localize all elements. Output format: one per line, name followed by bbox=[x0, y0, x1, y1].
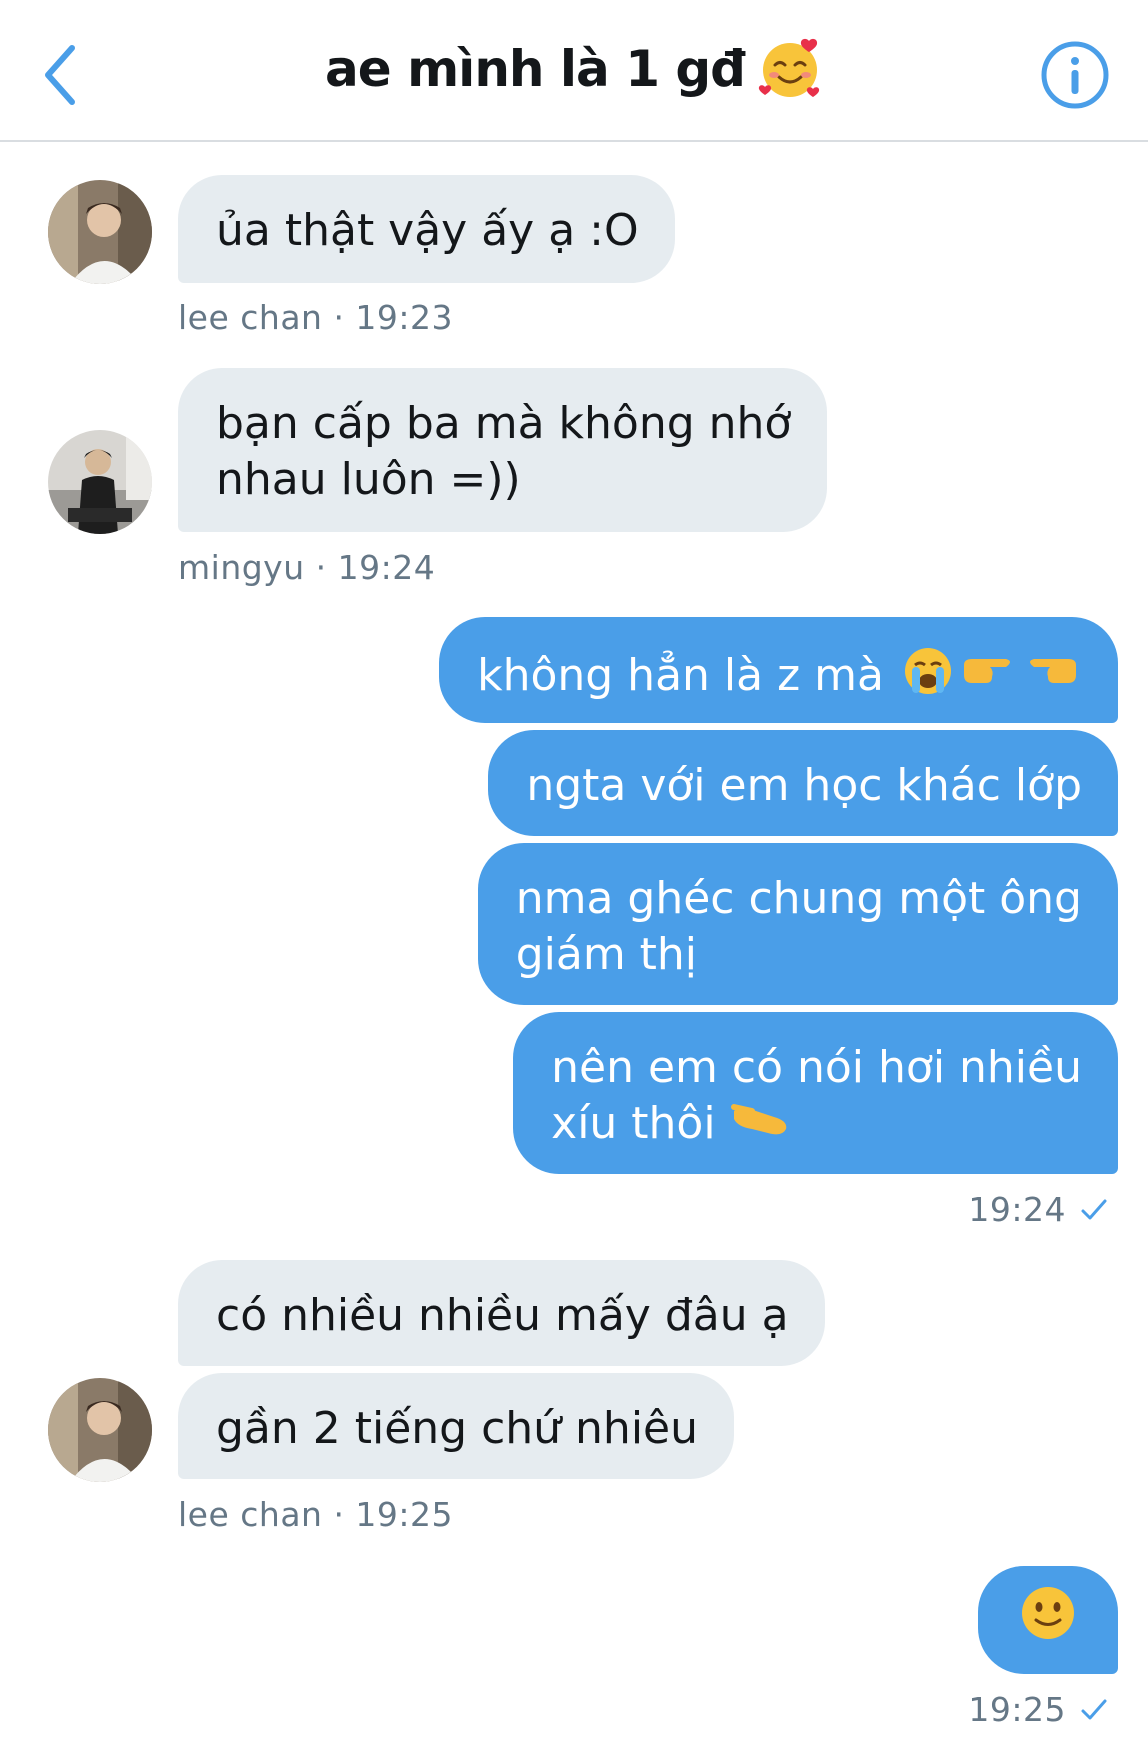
read-check-icon bbox=[1080, 1192, 1108, 1231]
pinching-hand-icon bbox=[730, 1097, 792, 1155]
info-icon[interactable] bbox=[1040, 40, 1110, 110]
slightly-smiling-face-icon bbox=[1019, 1584, 1077, 1656]
message-meta: mingyu · 19:24 bbox=[178, 548, 436, 587]
message-text-line: nhau luôn =)) bbox=[216, 454, 521, 505]
message-text-line: nên em có nói hơi nhiều bbox=[551, 1042, 1082, 1093]
message-bubble-outgoing[interactable] bbox=[978, 1566, 1118, 1674]
message-text: có nhiều nhiều mấy đâu ạ bbox=[216, 1290, 789, 1341]
message-text: không hẳn là z mà bbox=[477, 650, 884, 701]
message-bubble-outgoing[interactable]: không hẳn là z mà bbox=[439, 617, 1118, 723]
message-meta: lee chan · 19:23 bbox=[178, 298, 454, 337]
message-text: gần 2 tiếng chứ nhiêu bbox=[216, 1403, 699, 1454]
message-bubble-incoming[interactable]: ủa thật vậy ấy ạ :O bbox=[178, 175, 675, 283]
message-text: ngta với em học khác lớp bbox=[526, 760, 1082, 811]
message-text-line: nma ghéc chung một ông bbox=[515, 873, 1082, 924]
conversation-header: ae mình là 1 gđ bbox=[0, 0, 1148, 142]
crying-face-icon bbox=[902, 645, 954, 711]
message-text-line: bạn cấp ba mà không nhớ bbox=[216, 398, 792, 449]
message-time: 19:24 bbox=[968, 1190, 1066, 1229]
message-bubble-incoming[interactable]: bạn cấp ba mà không nhớ nhau luôn =)) bbox=[178, 368, 828, 532]
avatar-lee-chan[interactable] bbox=[48, 180, 152, 284]
message-meta: lee chan · 19:25 bbox=[178, 1495, 454, 1534]
message-text-line: giám thị bbox=[515, 929, 698, 980]
message-bubble-outgoing[interactable]: nma ghéc chung một ông giám thị bbox=[477, 843, 1118, 1005]
message-meta-outgoing: 19:25 bbox=[968, 1690, 1108, 1731]
message-text: ủa thật vậy ấy ạ :O bbox=[216, 205, 639, 256]
message-bubble-incoming[interactable]: có nhiều nhiều mấy đâu ạ bbox=[178, 1260, 825, 1366]
message-time: 19:25 bbox=[968, 1690, 1066, 1729]
avatar-lee-chan[interactable] bbox=[48, 1378, 152, 1482]
conversation-title-text: ae mình là 1 gđ bbox=[325, 40, 746, 98]
message-bubble-outgoing[interactable]: nên em có nói hơi nhiều xíu thôi bbox=[513, 1012, 1118, 1174]
message-bubble-incoming[interactable]: gần 2 tiếng chứ nhiêu bbox=[178, 1373, 735, 1479]
pointing-right-icon bbox=[958, 649, 1018, 707]
message-text-line: xíu thôi bbox=[551, 1098, 716, 1149]
avatar-mingyu[interactable] bbox=[48, 430, 152, 534]
message-meta-outgoing: 19:24 bbox=[968, 1190, 1108, 1231]
read-check-icon bbox=[1080, 1692, 1108, 1731]
smiling-face-with-hearts-icon bbox=[757, 35, 823, 101]
message-bubble-outgoing[interactable]: ngta với em học khác lớp bbox=[488, 730, 1118, 836]
pointing-left-icon bbox=[1022, 649, 1082, 707]
conversation-title[interactable]: ae mình là 1 gđ bbox=[0, 38, 1148, 101]
